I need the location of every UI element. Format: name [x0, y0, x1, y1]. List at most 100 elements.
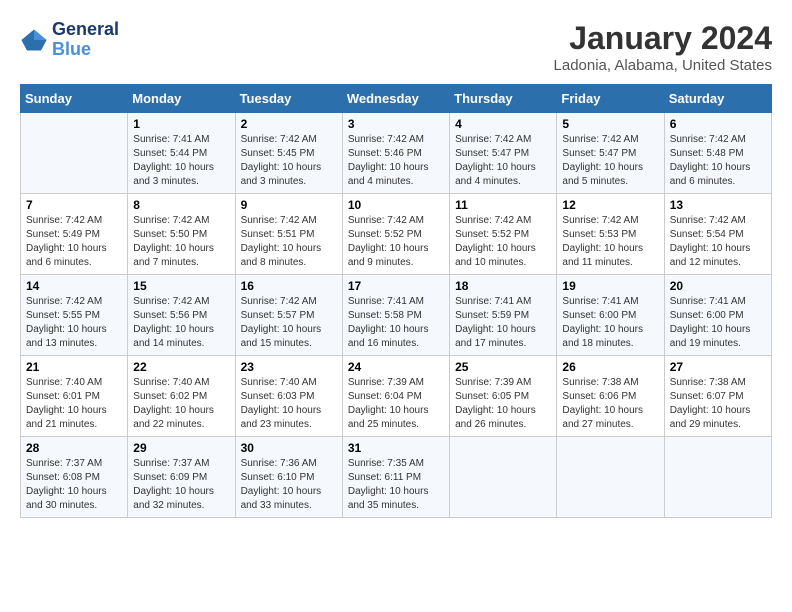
day-number: 17: [348, 279, 444, 293]
day-info: Sunrise: 7:42 AMSunset: 5:48 PMDaylight:…: [670, 133, 766, 189]
calendar-cell: 21 Sunrise: 7:40 AMSunset: 6:01 PMDayligh…: [21, 356, 128, 437]
day-number: 19: [562, 279, 658, 293]
calendar-cell: 17 Sunrise: 7:41 AMSunset: 5:58 PMDayligh…: [342, 275, 449, 356]
calendar-cell: 13 Sunrise: 7:42 AMSunset: 5:54 PMDayligh…: [664, 194, 771, 275]
day-info: Sunrise: 7:41 AMSunset: 5:58 PMDaylight:…: [348, 295, 444, 351]
day-info: Sunrise: 7:42 AMSunset: 5:54 PMDaylight:…: [670, 214, 766, 270]
day-number: 15: [133, 279, 229, 293]
day-info: Sunrise: 7:36 AMSunset: 6:10 PMDaylight:…: [241, 457, 337, 513]
logo-text: General Blue: [52, 20, 119, 60]
day-number: 8: [133, 198, 229, 212]
calendar-cell: 12Sunrise: 7:42 AMSunset: 5:53 PMDayligh…: [557, 194, 664, 275]
calendar-cell: [557, 437, 664, 518]
day-info: Sunrise: 7:41 AMSunset: 5:59 PMDaylight:…: [455, 295, 551, 351]
calendar-cell: [664, 437, 771, 518]
location: Ladonia, Alabama, United States: [554, 57, 772, 74]
calendar-cell: 1Sunrise: 7:41 AMSunset: 5:44 PMDaylight…: [128, 113, 235, 194]
week-row-2: 7Sunrise: 7:42 AMSunset: 5:49 PMDaylight…: [21, 194, 772, 275]
weekday-row: SundayMondayTuesdayWednesdayThursdayFrid…: [21, 85, 772, 113]
day-info: Sunrise: 7:42 AMSunset: 5:45 PMDaylight:…: [241, 133, 337, 189]
day-number: 27: [670, 360, 766, 374]
day-info: Sunrise: 7:38 AMSunset: 6:07 PMDaylight:…: [670, 376, 766, 432]
weekday-wednesday: Wednesday: [342, 85, 449, 113]
calendar-cell: 23 Sunrise: 7:40 AMSunset: 6:03 PMDayligh…: [235, 356, 342, 437]
day-number: 26: [562, 360, 658, 374]
day-info: Sunrise: 7:41 AMSunset: 5:44 PMDaylight:…: [133, 133, 229, 189]
calendar-cell: 4 Sunrise: 7:42 AMSunset: 5:47 PMDaylight…: [450, 113, 557, 194]
calendar-cell: 2 Sunrise: 7:42 AMSunset: 5:45 PMDaylight…: [235, 113, 342, 194]
calendar-cell: 30Sunrise: 7:36 AMSunset: 6:10 PMDayligh…: [235, 437, 342, 518]
calendar-cell: [21, 113, 128, 194]
day-info: Sunrise: 7:40 AMSunset: 6:02 PMDaylight:…: [133, 376, 229, 432]
day-number: 6: [670, 117, 766, 131]
calendar-cell: 7Sunrise: 7:42 AMSunset: 5:49 PMDaylight…: [21, 194, 128, 275]
calendar-cell: 22 Sunrise: 7:40 AMSunset: 6:02 PMDayligh…: [128, 356, 235, 437]
day-number: 16: [241, 279, 337, 293]
calendar-cell: 31 Sunrise: 7:35 AMSunset: 6:11 PMDayligh…: [342, 437, 449, 518]
day-info: Sunrise: 7:42 AMSunset: 5:55 PMDaylight:…: [26, 295, 122, 351]
day-number: 3: [348, 117, 444, 131]
weekday-sunday: Sunday: [21, 85, 128, 113]
calendar-cell: 25 Sunrise: 7:39 AMSunset: 6:05 PMDayligh…: [450, 356, 557, 437]
logo-icon: [20, 26, 48, 54]
day-info: Sunrise: 7:42 AMSunset: 5:52 PMDaylight:…: [348, 214, 444, 270]
calendar-table: SundayMondayTuesdayWednesdayThursdayFrid…: [20, 84, 772, 518]
calendar-cell: 16Sunrise: 7:42 AMSunset: 5:57 PMDayligh…: [235, 275, 342, 356]
calendar-header: SundayMondayTuesdayWednesdayThursdayFrid…: [21, 85, 772, 113]
day-info: Sunrise: 7:37 AMSunset: 6:09 PMDaylight:…: [133, 457, 229, 513]
day-number: 13: [670, 198, 766, 212]
day-info: Sunrise: 7:40 AMSunset: 6:03 PMDaylight:…: [241, 376, 337, 432]
calendar-cell: 27 Sunrise: 7:38 AMSunset: 6:07 PMDayligh…: [664, 356, 771, 437]
calendar-cell: [450, 437, 557, 518]
day-info: Sunrise: 7:41 AMSunset: 6:00 PMDaylight:…: [670, 295, 766, 351]
day-info: Sunrise: 7:42 AMSunset: 5:46 PMDaylight:…: [348, 133, 444, 189]
calendar-cell: 19Sunrise: 7:41 AMSunset: 6:00 PMDayligh…: [557, 275, 664, 356]
weekday-saturday: Saturday: [664, 85, 771, 113]
day-info: Sunrise: 7:42 AMSunset: 5:47 PMDaylight:…: [455, 133, 551, 189]
day-number: 5: [562, 117, 658, 131]
calendar-cell: 3 Sunrise: 7:42 AMSunset: 5:46 PMDaylight…: [342, 113, 449, 194]
day-number: 24: [348, 360, 444, 374]
day-number: 29: [133, 441, 229, 455]
calendar-cell: 14 Sunrise: 7:42 AMSunset: 5:55 PMDayligh…: [21, 275, 128, 356]
calendar-cell: 6 Sunrise: 7:42 AMSunset: 5:48 PMDaylight…: [664, 113, 771, 194]
day-number: 14: [26, 279, 122, 293]
day-number: 10: [348, 198, 444, 212]
calendar-cell: 20 Sunrise: 7:41 AMSunset: 6:00 PMDayligh…: [664, 275, 771, 356]
day-info: Sunrise: 7:39 AMSunset: 6:05 PMDaylight:…: [455, 376, 551, 432]
day-number: 20: [670, 279, 766, 293]
day-info: Sunrise: 7:42 AMSunset: 5:47 PMDaylight:…: [562, 133, 658, 189]
week-row-1: 1Sunrise: 7:41 AMSunset: 5:44 PMDaylight…: [21, 113, 772, 194]
day-number: 9: [241, 198, 337, 212]
week-row-5: 28Sunrise: 7:37 AMSunset: 6:08 PMDayligh…: [21, 437, 772, 518]
calendar-cell: 10 Sunrise: 7:42 AMSunset: 5:52 PMDayligh…: [342, 194, 449, 275]
day-info: Sunrise: 7:42 AMSunset: 5:56 PMDaylight:…: [133, 295, 229, 351]
day-number: 2: [241, 117, 337, 131]
day-info: Sunrise: 7:40 AMSunset: 6:01 PMDaylight:…: [26, 376, 122, 432]
day-number: 4: [455, 117, 551, 131]
day-number: 21: [26, 360, 122, 374]
day-info: Sunrise: 7:42 AMSunset: 5:51 PMDaylight:…: [241, 214, 337, 270]
day-number: 22: [133, 360, 229, 374]
title-block: January 2024 Ladonia, Alabama, United St…: [554, 20, 772, 74]
day-info: Sunrise: 7:38 AMSunset: 6:06 PMDaylight:…: [562, 376, 658, 432]
calendar-cell: 18Sunrise: 7:41 AMSunset: 5:59 PMDayligh…: [450, 275, 557, 356]
day-number: 23: [241, 360, 337, 374]
weekday-tuesday: Tuesday: [235, 85, 342, 113]
page-header: General Blue January 2024 Ladonia, Alaba…: [20, 20, 772, 74]
calendar-cell: 26 Sunrise: 7:38 AMSunset: 6:06 PMDayligh…: [557, 356, 664, 437]
day-number: 11: [455, 198, 551, 212]
day-number: 31: [348, 441, 444, 455]
weekday-monday: Monday: [128, 85, 235, 113]
weekday-friday: Friday: [557, 85, 664, 113]
day-info: Sunrise: 7:37 AMSunset: 6:08 PMDaylight:…: [26, 457, 122, 513]
day-info: Sunrise: 7:42 AMSunset: 5:52 PMDaylight:…: [455, 214, 551, 270]
week-row-3: 14 Sunrise: 7:42 AMSunset: 5:55 PMDayligh…: [21, 275, 772, 356]
week-row-4: 21 Sunrise: 7:40 AMSunset: 6:01 PMDayligh…: [21, 356, 772, 437]
calendar-cell: 29 Sunrise: 7:37 AMSunset: 6:09 PMDayligh…: [128, 437, 235, 518]
calendar-body: 1Sunrise: 7:41 AMSunset: 5:44 PMDaylight…: [21, 113, 772, 518]
day-info: Sunrise: 7:35 AMSunset: 6:11 PMDaylight:…: [348, 457, 444, 513]
day-number: 25: [455, 360, 551, 374]
logo: General Blue: [20, 20, 119, 60]
day-number: 12: [562, 198, 658, 212]
